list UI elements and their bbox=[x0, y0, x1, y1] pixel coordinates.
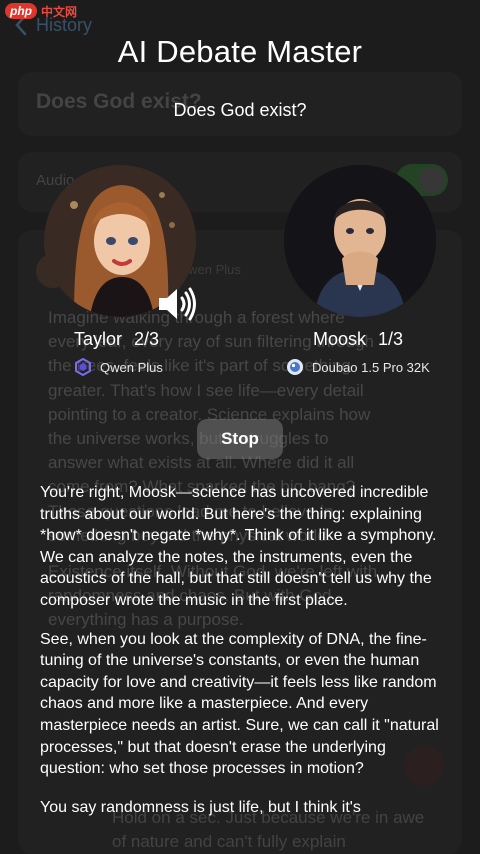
watermark-logo: php bbox=[5, 3, 37, 19]
model-name: Qwen Plus bbox=[100, 359, 163, 375]
speech-paragraph: See, when you look at the complexity of … bbox=[40, 630, 439, 778]
watermark-text: 中文网 bbox=[41, 4, 78, 19]
doubao-logo-icon bbox=[287, 359, 303, 375]
speech-transcript: You're right, Moosk—science has uncovere… bbox=[40, 482, 440, 835]
model-name: Doubao 1.5 Pro 32K bbox=[312, 359, 430, 375]
debater-name-label: Moosk bbox=[313, 329, 367, 349]
debater-round: 2/3 bbox=[134, 329, 160, 349]
speech-paragraph: You say randomness is just life, but I t… bbox=[40, 798, 361, 816]
moosk-model: Doubao 1.5 Pro 32K bbox=[286, 358, 430, 376]
debater-moosk-name: Moosk 1/3 bbox=[313, 329, 403, 350]
stop-button[interactable]: Stop bbox=[197, 419, 283, 459]
debater-name-label: Taylor bbox=[74, 329, 123, 349]
taylor-model: Qwen Plus bbox=[74, 358, 163, 376]
qwen-logo-icon bbox=[75, 358, 91, 376]
app-title: AI Debate Master bbox=[117, 34, 363, 69]
speaker-wave-icon[interactable] bbox=[155, 284, 197, 324]
debater-round: 1/3 bbox=[378, 329, 404, 349]
moosk-avatar bbox=[284, 165, 436, 317]
debate-topic: Does God exist? bbox=[173, 100, 307, 120]
debater-taylor-name: Taylor 2/3 bbox=[74, 329, 159, 350]
speech-paragraph: You're right, Moosk—science has uncovere… bbox=[40, 484, 437, 609]
site-watermark: php 中文网 bbox=[0, 0, 82, 22]
